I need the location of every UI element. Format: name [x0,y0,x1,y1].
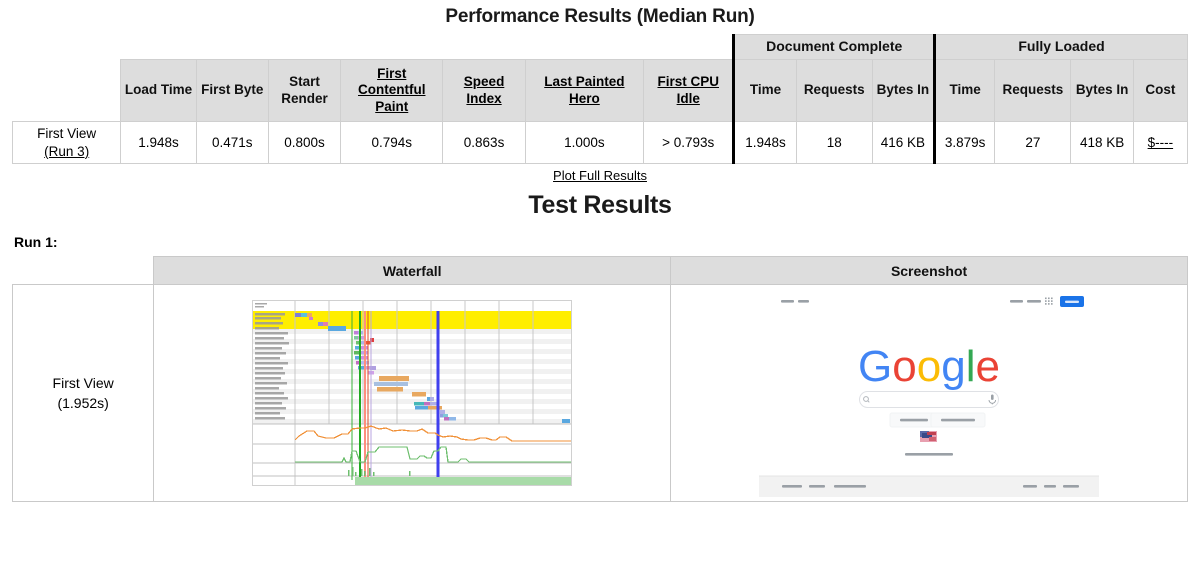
performance-table-container: Document Complete Fully Loaded Load Time… [0,34,1200,164]
perf-col-fl-bytes-in: Bytes In [1070,59,1134,122]
perf-col-dc-time: Time [732,59,797,122]
google-homepage-screenshot[interactable]: Google [759,289,1100,497]
footer-left-links [782,485,867,488]
perf-col-first-cpu-idle-link[interactable]: First CPU Idle [657,74,719,105]
results-view-time: (1.952s) [57,395,109,411]
perf-col-first-byte: First Byte [195,59,269,122]
results-header-screenshot: Screenshot [670,256,1188,285]
waterfall-chart-image[interactable] [252,300,573,486]
perf-value-load-time: 1.948s [120,121,197,164]
page-title: Performance Results (Median Run) [445,6,755,27]
perf-value-cost[interactable]: $---- [1132,121,1189,164]
perf-col-last-painted-hero[interactable]: Last Painted Hero [524,59,645,122]
perf-value-dc-bytes-in: 416 KB [871,121,936,164]
perf-row-view-label: First View [37,125,97,141]
performance-results-table: Document Complete Fully Loaded Load Time… [11,34,1189,164]
perf-col-first-cpu-idle[interactable]: First CPU Idle [643,59,735,122]
results-header-spacer [12,256,154,285]
perf-value-speed-index: 0.863s [442,121,526,164]
perf-col-start-render: Start Render [267,59,342,122]
run-label: Run 1: [14,234,58,250]
screenshot-image-holder[interactable]: Google [671,285,1187,501]
results-header-waterfall: Waterfall [153,256,672,285]
search-box [859,391,1000,408]
perf-value-fl-requests: 27 [994,121,1072,164]
test-results-title: Test Results [528,191,672,219]
perf-col-cost: Cost [1132,59,1189,122]
perf-col-fl-requests: Requests [994,59,1072,122]
perf-group-fully-loaded: Fully Loaded [933,34,1188,60]
perf-value-fl-bytes-in: 418 KB [1070,121,1134,164]
perf-value-first-contentful-paint: 0.794s [340,121,444,164]
perf-value-first-cpu-idle: > 0.793s [643,121,735,164]
perf-value-first-byte: 0.471s [195,121,269,164]
results-header-row: Waterfall Screenshot [12,256,1188,285]
plot-full-results-link[interactable]: Plot Full Results [553,168,647,183]
waterfall-image-holder[interactable] [154,294,670,492]
svg-text:Google: Google [858,342,1000,391]
perf-group-header-row: Document Complete Fully Loaded [12,34,1188,60]
perf-col-load-time: Load Time [120,59,197,122]
results-table-container: Waterfall Screenshot First View (1.952s) [0,256,1200,502]
perf-row-run-link[interactable]: (Run 3) [44,144,89,159]
perf-data-row-first-view: First View (Run 3) 1.948s 0.471s 0.800s … [11,121,1189,164]
perf-value-fl-time: 3.879s [933,121,996,164]
perf-col-dc-bytes-in: Bytes In [871,59,936,122]
test-results-table: Waterfall Screenshot First View (1.952s) [11,256,1188,502]
perf-row-label: First View (Run 3) [11,121,122,164]
perf-column-header-row: Load Time First Byte Start Render First … [12,59,1189,122]
plot-full-results-row: Plot Full Results [0,164,1200,183]
perf-group-document-complete: Document Complete [732,34,936,60]
perf-value-start-render: 0.800s [267,121,342,164]
perf-col-dc-requests: Requests [795,59,873,122]
perf-cost-link[interactable]: $---- [1148,135,1174,150]
perf-col-spacer [12,59,121,122]
perf-value-last-painted-hero: 1.000s [524,121,645,164]
perf-col-last-painted-hero-link[interactable]: Last Painted Hero [544,74,624,105]
results-data-row: First View (1.952s) Google [11,284,1188,502]
perf-col-fl-time: Time [933,59,996,122]
waterfall-cell[interactable] [153,284,672,502]
perf-value-dc-requests: 18 [795,121,873,164]
footer-right-links [1023,485,1080,488]
webpagetest-results-page: Performance Results (Median Run) Documen… [0,0,1200,567]
perf-col-speed-index[interactable]: Speed Index [442,59,526,122]
promo-caption [905,453,954,456]
results-view-cell: First View (1.952s) [11,284,155,502]
promo-graphic [920,431,938,442]
perf-col-first-contentful-paint-link[interactable]: First Contentful Paint [358,66,425,114]
perf-value-dc-time: 1.948s [732,121,797,164]
perf-group-spacer [12,34,734,60]
perf-col-speed-index-link[interactable]: Speed Index [464,74,505,105]
screenshot-cell[interactable]: Google [670,284,1188,502]
perf-col-first-contentful-paint[interactable]: First Contentful Paint [340,59,444,122]
google-logo: Google [858,342,1000,391]
apps-grid-icon [1045,297,1053,305]
results-view-label: First View [52,374,114,391]
